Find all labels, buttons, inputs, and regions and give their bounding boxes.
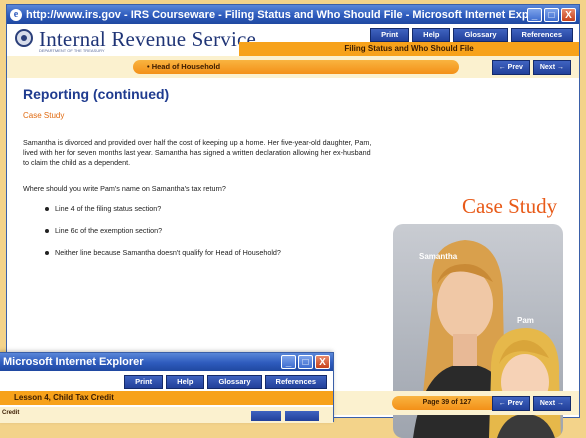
references-button[interactable]: References bbox=[264, 375, 327, 389]
answer-option[interactable]: Line 6c of the exemption section? bbox=[45, 226, 162, 235]
section-title: Filing Status and Who Should File bbox=[239, 42, 579, 56]
top-nav: Print Help Glossary References bbox=[370, 28, 573, 42]
minimize-button[interactable]: _ bbox=[527, 7, 542, 22]
lesson-label: Credit bbox=[2, 410, 20, 416]
photo-label-samantha: Samantha bbox=[419, 252, 458, 261]
references-button[interactable]: References bbox=[510, 28, 573, 42]
ie-icon: e bbox=[10, 8, 22, 21]
close-button[interactable]: X bbox=[315, 355, 330, 369]
close-button[interactable]: X bbox=[561, 7, 576, 22]
lesson-title: Lesson 4, Child Tax Credit bbox=[0, 391, 333, 405]
page-subtitle: Case Study bbox=[23, 111, 65, 120]
window-titlebar[interactable]: e http://www.irs.gov - IRS Courseware - … bbox=[7, 5, 579, 24]
answer-option-label: Line 4 of the filing status section? bbox=[55, 204, 162, 213]
window-title: http://www.irs.gov - IRS Courseware - Fi… bbox=[26, 8, 527, 21]
next-button[interactable]: Next → bbox=[532, 396, 571, 411]
minimize-button[interactable]: _ bbox=[281, 355, 296, 369]
window-title: Microsoft Internet Explorer bbox=[3, 356, 144, 368]
irs-seal-icon bbox=[15, 29, 33, 47]
case-study-heading: Case Study bbox=[462, 194, 558, 218]
answer-option[interactable]: Line 4 of the filing status section? bbox=[45, 204, 161, 213]
print-button[interactable]: Print bbox=[124, 375, 164, 389]
print-button[interactable]: Print bbox=[370, 28, 410, 42]
window-titlebar[interactable]: Microsoft Internet Explorer _ □ X bbox=[0, 353, 333, 371]
bullet-icon bbox=[45, 250, 49, 255]
prev-label: Prev bbox=[507, 400, 523, 407]
answer-option-label: Neither line because Samantha doesn't qu… bbox=[55, 248, 281, 257]
lesson-bar: Credit bbox=[0, 407, 333, 423]
photo-label-pam: Pam bbox=[517, 316, 534, 325]
question-text: Where should you write Pam's name on Sam… bbox=[23, 184, 226, 193]
bullet-icon bbox=[45, 228, 49, 233]
lesson-pill: • Head of Household bbox=[133, 60, 459, 74]
lesson-bar: • Head of Household ← Prev Next → bbox=[7, 56, 579, 78]
bullet-icon bbox=[45, 206, 49, 211]
case-paragraph: Samantha is divorced and provided over h… bbox=[23, 138, 372, 167]
maximize-button[interactable]: □ bbox=[544, 7, 559, 22]
arrow-left-icon: ← bbox=[498, 64, 506, 71]
main-content: Reporting (continued) Case Study Samanth… bbox=[7, 78, 579, 438]
next-label: Next bbox=[539, 400, 556, 407]
brand-subtitle: DEPARTMENT OF THE TREASURY bbox=[39, 48, 105, 53]
next-button[interactable] bbox=[285, 411, 319, 421]
background-window[interactable]: Microsoft Internet Explorer _ □ X Print … bbox=[0, 352, 334, 423]
lesson-label: Head of Household bbox=[151, 62, 221, 71]
answer-option-label: Line 6c of the exemption section? bbox=[55, 226, 163, 235]
arrow-right-icon: → bbox=[557, 400, 564, 407]
help-button[interactable]: Help bbox=[412, 28, 451, 42]
site-header: Internal Revenue Service DEPARTMENT OF T… bbox=[7, 24, 579, 56]
prev-button[interactable] bbox=[251, 411, 281, 421]
prev-label: Prev bbox=[507, 64, 523, 71]
prev-button[interactable]: ← Prev bbox=[491, 60, 530, 75]
next-button[interactable]: Next → bbox=[532, 60, 571, 75]
help-button[interactable]: Help bbox=[166, 375, 205, 389]
maximize-button[interactable]: □ bbox=[298, 355, 313, 369]
arrow-left-icon: ← bbox=[498, 400, 506, 407]
page-title: Reporting (continued) bbox=[23, 86, 170, 102]
arrow-right-icon: → bbox=[557, 64, 564, 71]
page-indicator: Page 39 of 127 bbox=[392, 396, 502, 410]
answer-option[interactable]: Neither line because Samantha doesn't qu… bbox=[45, 248, 281, 257]
next-label: Next bbox=[539, 64, 556, 71]
top-nav: Print Help Glossary References bbox=[124, 375, 327, 389]
prev-button[interactable]: ← Prev bbox=[491, 396, 530, 411]
glossary-button[interactable]: Glossary bbox=[207, 375, 262, 389]
glossary-button[interactable]: Glossary bbox=[453, 28, 508, 42]
